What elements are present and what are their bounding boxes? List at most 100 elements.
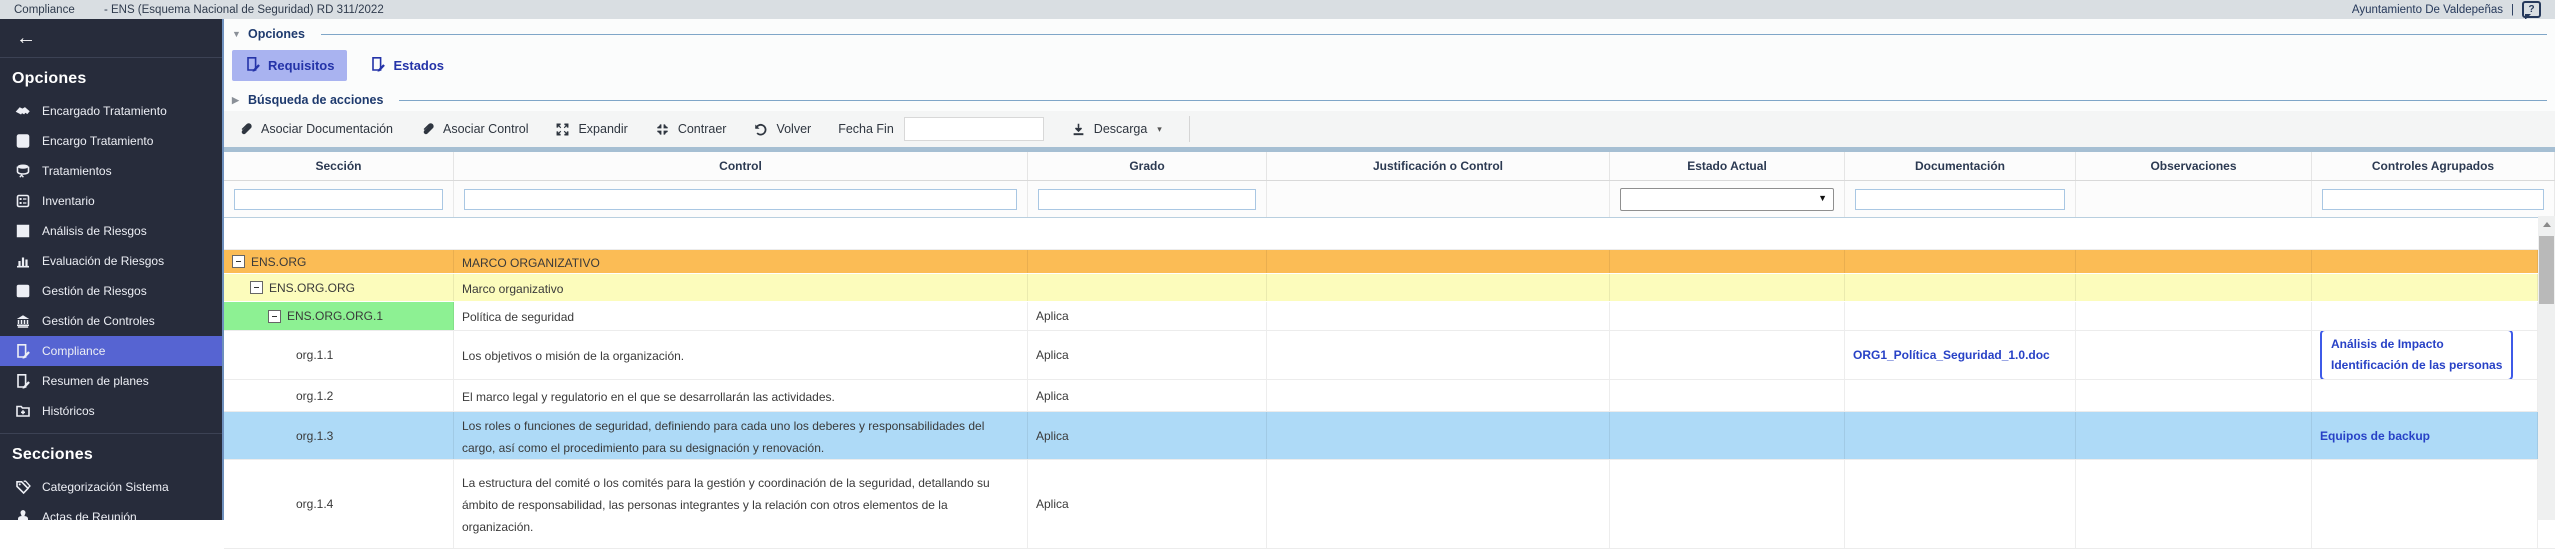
filter-select-estado-actual[interactable]: [1620, 188, 1834, 211]
sidebar-item-analisis-de-riesgos[interactable]: Análisis de Riesgos: [0, 216, 222, 246]
cell-estado-actual: [1610, 331, 1845, 379]
sidebar-item-evaluacion-de-riesgos[interactable]: Evaluación de Riesgos: [0, 246, 222, 276]
cell-control: Marco organizativo: [454, 274, 1028, 301]
table-row-ens-org[interactable]: ENS.ORGMARCO ORGANIZATIVO: [224, 250, 2555, 274]
sidebar-section: OpcionesEncargado TratamientoEncargo Tra…: [0, 58, 222, 426]
section-code: ENS.ORG: [251, 251, 306, 273]
cell-grado: Aplica: [1028, 302, 1267, 330]
filter-cell-seccion: [224, 181, 454, 217]
sidebar-item-label: Gestión de Controles: [42, 314, 155, 328]
cell-observaciones: [2076, 302, 2312, 330]
database-icon: [13, 163, 33, 179]
cell-grado: [1028, 250, 1267, 273]
control-text: Marco organizativo: [462, 276, 1019, 301]
sidebar-item-label: Evaluación de Riesgos: [42, 254, 164, 268]
cell-grado: [1028, 274, 1267, 301]
tab-estados[interactable]: Estados: [357, 50, 457, 81]
contraer-button[interactable]: Contraer: [655, 122, 727, 137]
descarga-button[interactable]: Descarga▾: [1071, 122, 1162, 137]
cell-seccion: org.1.1: [224, 331, 454, 379]
expandir-button[interactable]: Expandir: [555, 122, 627, 137]
cell-documentacion: [1845, 302, 2076, 330]
help-icon[interactable]: ?: [2522, 1, 2541, 18]
sidebar-item-categorizacion-sistema[interactable]: Categorización Sistema: [0, 472, 222, 502]
filter-input-grado[interactable]: [1038, 189, 1256, 210]
cell-controles-agrupados: [2312, 460, 2538, 548]
filter-cell-documentacion: [1845, 181, 2076, 217]
sidebar-item-encargado-tratamiento[interactable]: Encargado Tratamiento: [0, 96, 222, 126]
cell-observaciones: [2076, 274, 2312, 301]
cell-grado: Aplica: [1028, 380, 1267, 411]
document-link[interactable]: ORG1_Política_Seguridad_1.0.doc: [1853, 344, 2050, 366]
grouped-controls-box: Análisis de ImpactoIdentificación de las…: [2320, 331, 2513, 379]
tags-icon: [13, 479, 33, 495]
breadcrumb: Compliance - ENS (Esquema Nacional de Se…: [14, 4, 384, 16]
collapse-minus-icon[interactable]: [268, 310, 281, 323]
sidebar-section-title: Opciones: [0, 58, 222, 96]
table-spacer-row: [224, 218, 2555, 250]
sidebar-item-inventario[interactable]: Inventario: [0, 186, 222, 216]
cell-controles-agrupados: [2312, 274, 2538, 301]
column-header-controles-agrupados: Controles Agrupados: [2312, 152, 2555, 180]
cell-observaciones: [2076, 380, 2312, 411]
context-title: - ENS (Esquema Nacional de Seguridad) RD…: [104, 4, 384, 16]
table-row-ens-org-org-1[interactable]: ENS.ORG.ORG.1Política de seguridadAplica: [224, 302, 2555, 331]
back-arrow-icon: ←: [16, 27, 36, 50]
table-row-org-1-2[interactable]: org.1.2El marco legal y regulatorio en e…: [224, 380, 2555, 412]
vertical-scrollbar[interactable]: [2538, 216, 2555, 520]
topbar: Compliance - ENS (Esquema Nacional de Se…: [0, 0, 2555, 19]
filter-input-seccion[interactable]: [234, 189, 443, 210]
table-row-ens-org-org[interactable]: ENS.ORG.ORGMarco organizativo: [224, 274, 2555, 302]
fecha-fin-group: Fecha Fin: [838, 117, 1044, 141]
undo-icon: [753, 122, 768, 137]
sidebar-item-tratamientos[interactable]: Tratamientos: [0, 156, 222, 186]
control-text: Los objetivos o misión de la organizació…: [462, 333, 1019, 379]
sidebar-item-label: Compliance: [42, 344, 105, 358]
doc-pencil-icon: [370, 56, 386, 75]
sidebar-item-gestion-de-riesgos[interactable]: Gestión de Riesgos: [0, 276, 222, 306]
cell-estado-actual: [1610, 274, 1845, 301]
scrollbar-up-icon[interactable]: [2538, 216, 2555, 232]
opciones-legend[interactable]: ▼ Opciones: [232, 27, 2547, 41]
table-row-org-1-4[interactable]: org.1.4La estructura del comité o los co…: [224, 460, 2555, 549]
cell-seccion: ENS.ORG.ORG.1: [224, 302, 454, 330]
actions-toolbar: Asociar Documentación Asociar Control Expa…: [224, 111, 2555, 147]
cell-documentacion: [1845, 412, 2076, 459]
sidebar-item-historicos[interactable]: Históricos: [0, 396, 222, 426]
asociar-documentacion-button[interactable]: Asociar Documentación: [238, 122, 393, 137]
section-code: org.1.2: [296, 385, 333, 407]
table-row-org-1-3[interactable]: org.1.3Los roles o funciones de segurida…: [224, 412, 2555, 460]
table-row-org-1-1[interactable]: org.1.1Los objetivos o misión de la orga…: [224, 331, 2555, 380]
grid-icon: [13, 223, 33, 239]
toolbar-button-label: Contraer: [678, 122, 727, 136]
volver-button[interactable]: Volver: [753, 122, 811, 137]
cell-controles-agrupados: Análisis de ImpactoIdentificación de las…: [2312, 331, 2538, 379]
sidebar-item-actas-de-reunion[interactable]: Actas de Reunión: [0, 502, 222, 520]
column-header-justificacion-o-control: Justificación o Control: [1267, 152, 1610, 180]
cell-justificacion: [1267, 460, 1610, 548]
cell-observaciones: [2076, 331, 2312, 379]
sidebar-item-compliance[interactable]: Compliance: [0, 336, 222, 366]
sidebar-item-encargo-tratamiento[interactable]: Encargo Tratamiento: [0, 126, 222, 156]
sidebar-item-gestion-de-controles[interactable]: Gestión de Controles: [0, 306, 222, 336]
busqueda-legend[interactable]: ▶ Búsqueda de acciones: [232, 93, 2547, 107]
grouped-control-link[interactable]: Análisis de Impacto: [2331, 334, 2502, 355]
filter-input-documentacion[interactable]: [1855, 189, 2065, 210]
grouped-control-link[interactable]: Identificación de las personas: [2331, 355, 2502, 376]
filter-input-controles-agrupados[interactable]: [2322, 189, 2544, 210]
asociar-control-button[interactable]: Asociar Control: [420, 122, 528, 137]
filter-input-control[interactable]: [464, 189, 1017, 210]
collapse-minus-icon[interactable]: [250, 281, 263, 294]
cell-justificacion: [1267, 250, 1610, 273]
fecha-fin-input[interactable]: [904, 117, 1044, 141]
sidebar-item-label: Categorización Sistema: [42, 480, 169, 494]
back-button[interactable]: ←: [0, 19, 222, 58]
collapse-minus-icon[interactable]: [232, 255, 245, 268]
scrollbar-thumb[interactable]: [2539, 236, 2554, 304]
grouped-control-link[interactable]: Equipos de backup: [2320, 425, 2430, 447]
paperclip-icon: [420, 122, 435, 137]
sidebar-item-resumen-de-planes[interactable]: Resumen de planes: [0, 366, 222, 396]
tab-requisitos[interactable]: Requisitos: [232, 50, 347, 81]
handshake-icon: [13, 103, 33, 119]
section-code: org.1.3: [296, 425, 333, 447]
